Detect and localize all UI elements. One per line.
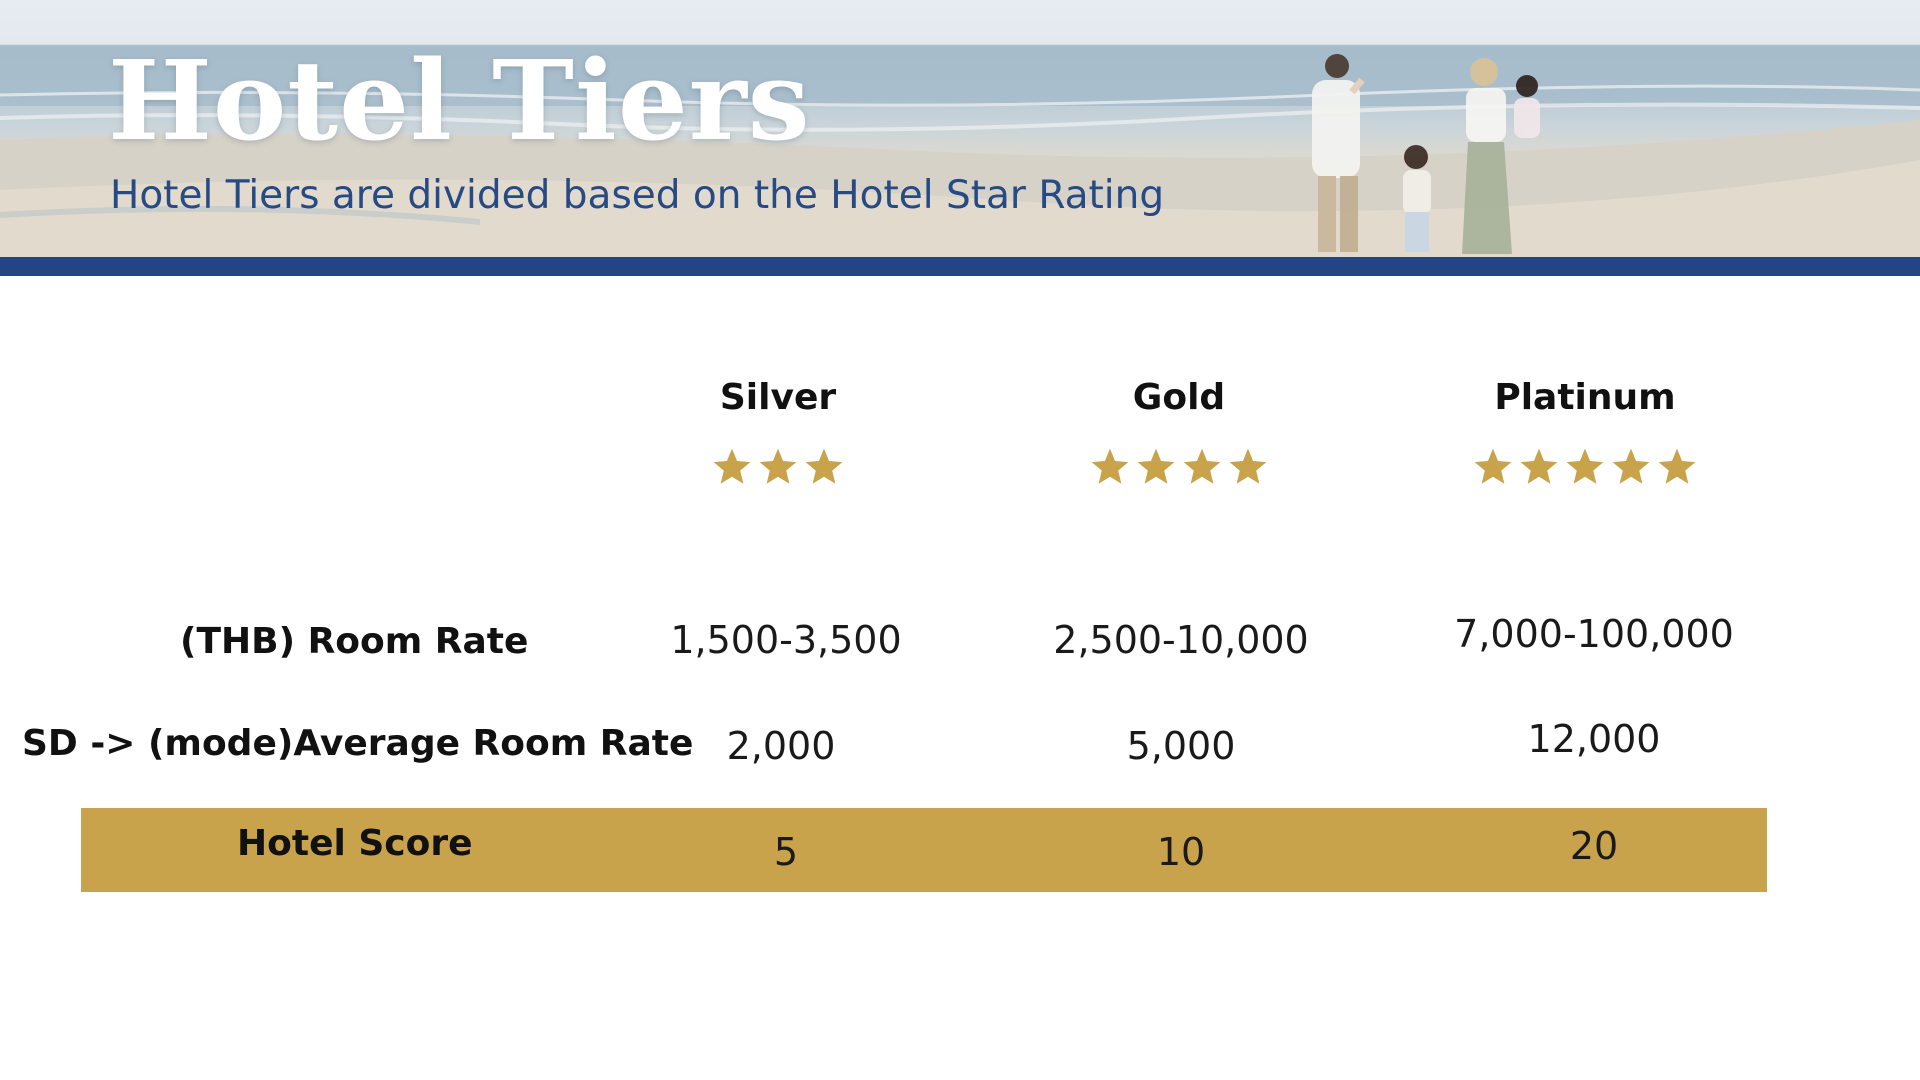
cell-room-rate-silver: 1,500-3,500 xyxy=(670,618,902,662)
cell-score-gold: 10 xyxy=(1156,830,1206,874)
star-icon xyxy=(1089,446,1131,488)
cell-score-platinum: 20 xyxy=(1569,824,1619,868)
star-icon xyxy=(1518,446,1560,488)
star-icon xyxy=(1564,446,1606,488)
star-icon xyxy=(1181,446,1223,488)
cell-average-rate-gold: 5,000 xyxy=(1126,724,1236,768)
slide: Hotel Tiers Hotel Tiers are divided base… xyxy=(0,0,1920,1080)
page-title: Hotel Tiers xyxy=(108,36,811,165)
tier-header-platinum: Platinum xyxy=(1494,377,1676,418)
page-subtitle: Hotel Tiers are divided based on the Hot… xyxy=(110,173,1165,218)
star-icon xyxy=(803,446,845,488)
star-icon xyxy=(1227,446,1269,488)
cell-room-rate-gold: 2,500-10,000 xyxy=(1053,618,1309,662)
star-icon xyxy=(1656,446,1698,488)
row-label-room-rate: (THB) Room Rate xyxy=(180,621,529,662)
star-rating-gold xyxy=(999,446,1359,496)
header-banner: Hotel Tiers Hotel Tiers are divided base… xyxy=(0,0,1920,257)
cell-room-rate-platinum: 7,000-100,000 xyxy=(1454,612,1734,656)
star-icon xyxy=(1135,446,1177,488)
tier-header-gold: Gold xyxy=(1132,377,1226,418)
cell-average-rate-platinum: 12,000 xyxy=(1527,717,1661,761)
row-label-hotel-score: Hotel Score xyxy=(237,823,473,864)
star-icon xyxy=(1472,446,1514,488)
star-rating-platinum xyxy=(1405,446,1765,496)
header-divider xyxy=(0,257,1920,276)
star-icon xyxy=(711,446,753,488)
star-icon xyxy=(1610,446,1652,488)
tier-header-silver: Silver xyxy=(719,377,837,418)
cell-score-silver: 5 xyxy=(773,830,799,874)
cell-average-rate-silver: 2,000 xyxy=(726,724,836,768)
star-rating-silver xyxy=(598,446,958,496)
star-icon xyxy=(757,446,799,488)
